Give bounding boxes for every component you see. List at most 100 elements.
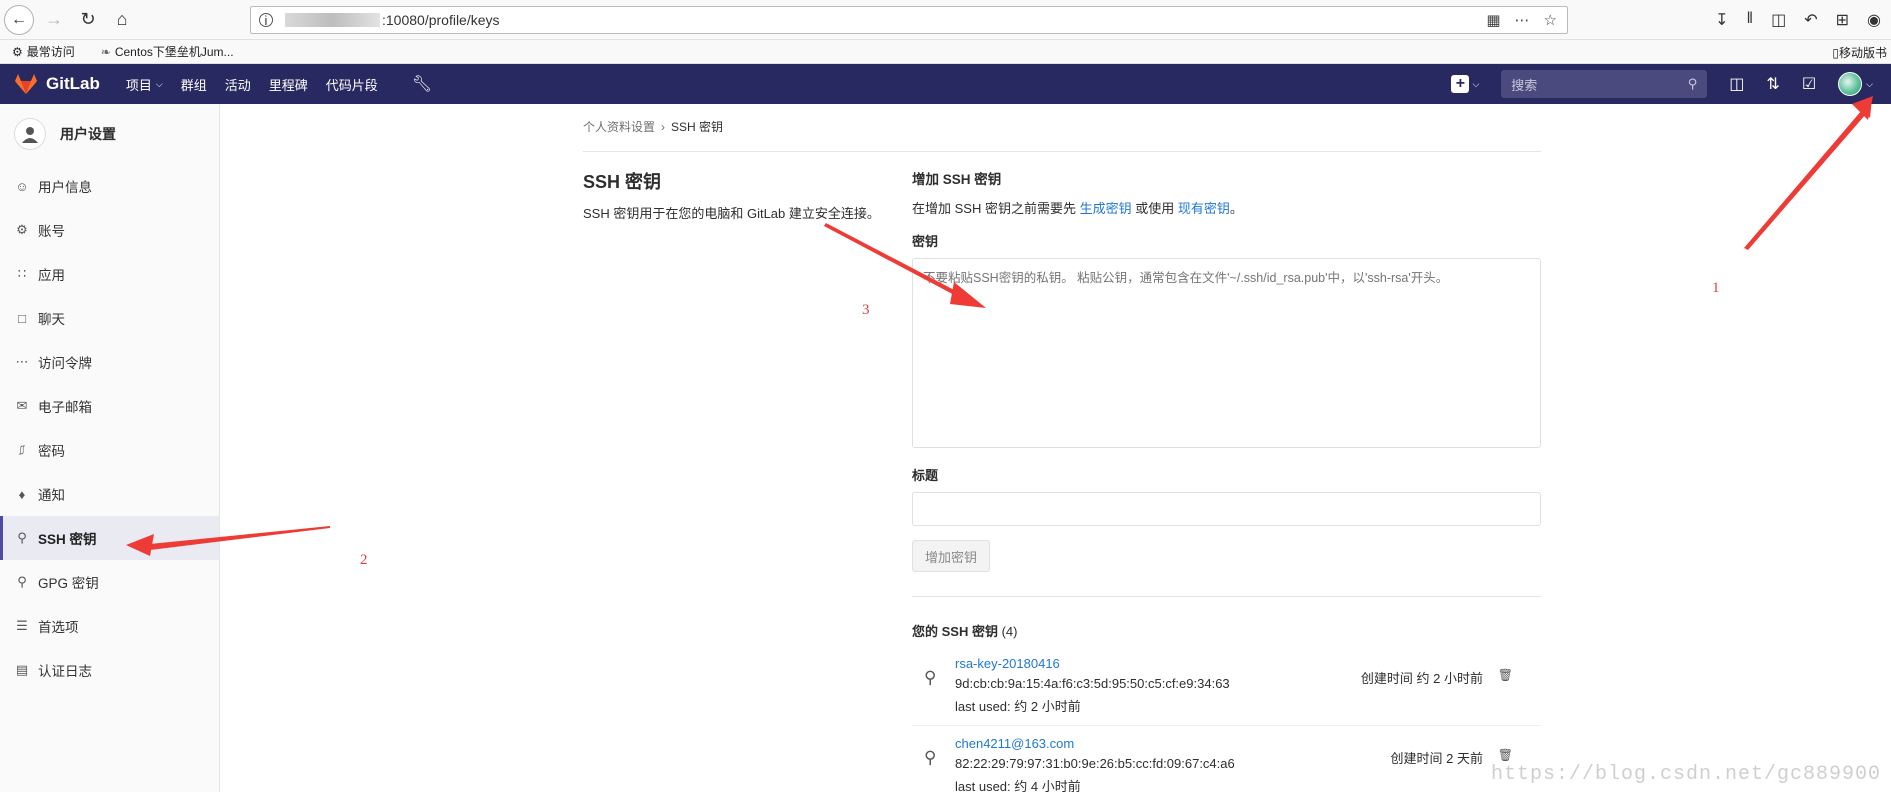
breadcrumb-current[interactable]: SSH 密钥 (671, 118, 723, 135)
sidebar-item-preferences[interactable]: ☰ 首选项 (0, 604, 219, 648)
page-title: SSH 密钥 (583, 172, 662, 192)
chevron-down-icon: ⌵ (1866, 78, 1873, 89)
annotation-arrow-1 (1744, 98, 1872, 250)
library-icon[interactable]: ‖ (1746, 10, 1753, 30)
key-fingerprint: 82:22:29:79:97:31:b0:9e:26:b5:cc:fd:09:6… (955, 756, 1235, 771)
key-label: 密钥 (912, 234, 939, 249)
key-list-item: ⚲ chen4211@163.com 82:22:29:79:97:31:b0:… (912, 726, 1541, 792)
avatar (1838, 72, 1863, 96)
more-icon[interactable]: ⋯ (1515, 11, 1530, 29)
existing-key-link[interactable]: 现有密钥 (1178, 201, 1230, 216)
settings-sidebar: 用户设置 ☺ 用户信息 ⚙ 账号 ∷ 应用 □ 聊天 ⋯ 访问令牌 ✉ 电子邮箱 ⎎ 密码 ♦… (0, 104, 220, 792)
home-button[interactable]: ⌂ (108, 6, 136, 34)
add-key-heading: 增加 SSH 密钥 (912, 172, 1002, 187)
mobile-icon: ▯ (1832, 46, 1839, 60)
search-input[interactable]: 搜索 ⚲ (1501, 70, 1708, 98)
user-avatar-dropdown[interactable]: ⌵ (1838, 72, 1873, 96)
plus-icon: + (1451, 75, 1470, 93)
url-actions: ▦ ⋯ ☆ (1486, 11, 1557, 29)
todo-check-icon[interactable]: ☑ (1802, 74, 1816, 94)
admin-wrench-icon[interactable]: 🔧︎ (412, 74, 432, 94)
url-bar[interactable]: i :10080/profile/keys ▦ ⋯ ☆ (250, 6, 1568, 34)
user-gear-icon: ⚙ (16, 222, 28, 237)
bookmark-most-visited[interactable]: ⚙ 最常访问 (12, 43, 75, 60)
menu-groups[interactable]: 群组 (181, 75, 207, 94)
reload-button[interactable]: ↻ (74, 6, 102, 34)
menu-projects[interactable]: 项目 ⌵ (126, 75, 163, 94)
key-title-link[interactable]: rsa-key-20180416 (955, 656, 1060, 671)
key-icon: ⚲ (17, 530, 27, 545)
log-icon: ▤ (15, 662, 29, 677)
sidebar-item-account[interactable]: ⚙ 账号 (0, 208, 219, 252)
gitlab-logo[interactable]: GitLab (14, 73, 100, 95)
your-keys-heading: 您的 SSH 密钥 (4) (912, 624, 1018, 639)
browser-toolbar: ← → ↻ ⌂ i :10080/profile/keys ▦ ⋯ ☆ ↧ ‖ … (0, 0, 1891, 40)
chevron-right-icon: › (661, 119, 666, 134)
merge-request-icon[interactable]: ⇅ (1766, 74, 1779, 94)
info-icon[interactable]: i (259, 13, 273, 28)
trash-icon[interactable]: 🗑︎ (1498, 748, 1513, 762)
key-icon: ⚲ (17, 574, 27, 589)
sidebar-item-profile[interactable]: ☺ 用户信息 (0, 164, 219, 208)
key-last-used: last used: 约 4 小时前 (955, 779, 1081, 792)
key-icon: ⚲ (924, 748, 937, 767)
download-icon[interactable]: ↧ (1715, 10, 1728, 30)
title-input[interactable] (912, 492, 1541, 526)
sliders-icon: ☰ (16, 618, 28, 633)
divider (583, 151, 1541, 152)
sidebar-item-notifications[interactable]: ♦ 通知 (0, 472, 219, 516)
chevron-down-icon: ⌵ (155, 78, 163, 89)
bell-icon: ♦ (18, 486, 26, 502)
annotation-label-2: 2 (360, 552, 368, 568)
sidebar-item-applications[interactable]: ∷ 应用 (0, 252, 219, 296)
search-placeholder: 搜索 (1511, 77, 1538, 93)
sidebar-item-password[interactable]: ⎎ 密码 (0, 428, 219, 472)
sidebar-item-gpg-keys[interactable]: ⚲ GPG 密钥 (0, 560, 219, 604)
gitlab-main-menu: 项目 ⌵ 群组 活动 里程碑 代码片段 (126, 75, 378, 94)
qr-code-icon[interactable]: ▦ (1486, 11, 1500, 29)
menu-milestones[interactable]: 里程碑 (269, 75, 308, 94)
add-key-button[interactable]: 增加密钥 (912, 540, 990, 572)
menu-activity[interactable]: 活动 (225, 75, 251, 94)
sidebar-panel-icon[interactable]: ◫ (1729, 74, 1744, 94)
key-title-link[interactable]: chen4211@163.com (955, 736, 1074, 751)
crop-icon[interactable]: ⊞ (1836, 10, 1849, 30)
token-icon: ⋯ (15, 354, 29, 369)
undo-icon[interactable]: ↶ (1804, 10, 1817, 30)
key-textarea[interactable] (912, 258, 1541, 448)
breadcrumb-parent[interactable]: 个人资料设置 (583, 118, 655, 135)
gitlab-header: GitLab 项目 ⌵ 群组 活动 里程碑 代码片段 🔧︎ + ⌵ 搜索 ⚲ ◫ … (0, 64, 1891, 104)
sidebar-item-emails[interactable]: ✉ 电子邮箱 (0, 384, 219, 428)
key-list-item: ⚲ rsa-key-20180416 9d:cb:cb:9a:15:4a:f6:… (912, 646, 1541, 726)
forward-button[interactable]: → (40, 6, 68, 34)
new-item-dropdown[interactable]: + ⌵ (1451, 75, 1479, 93)
user-circle-icon: ☺ (15, 178, 29, 194)
bookmark-centos[interactable]: ❧ Centos下堡垒机Jum... (101, 43, 234, 60)
generate-key-link[interactable]: 生成密钥 (1080, 201, 1132, 216)
search-icon: ⚲ (1687, 76, 1698, 91)
chat-icon[interactable]: ◉ (1867, 10, 1881, 30)
leaf-icon: ❧ (100, 44, 111, 59)
sidebar-header[interactable]: 用户设置 (0, 104, 219, 164)
sidebar-item-access-tokens[interactable]: ⋯ 访问令牌 (0, 340, 219, 384)
envelope-icon: ✉ (16, 398, 28, 413)
add-key-section: 增加 SSH 密钥 在增加 SSH 密钥之前需要先 生成密钥 或使用 现有密钥。… (912, 168, 1541, 792)
key-icon: ⚲ (924, 668, 937, 687)
gitlab-brand-text: GitLab (46, 74, 100, 93)
divider (912, 596, 1541, 597)
annotation-label-1: 1 (1712, 280, 1720, 296)
sidebar-item-chat[interactable]: □ 聊天 (0, 296, 219, 340)
sidebar-item-auth-log[interactable]: ▤ 认证日志 (0, 648, 219, 692)
watermark: https://blog.csdn.net/gc889900 (1490, 763, 1881, 786)
bookmark-mobile[interactable]: ▯移动版书 (1832, 44, 1887, 61)
sidebar-item-ssh-keys[interactable]: ⚲ SSH 密钥 (0, 516, 219, 560)
trash-icon[interactable]: 🗑︎ (1498, 668, 1513, 682)
bookmark-star-icon[interactable]: ☆ (1544, 11, 1557, 29)
user-silhouette-icon (14, 118, 46, 150)
reload-icon: ↻ (80, 9, 96, 29)
sidebar-toggle-icon[interactable]: ◫ (1771, 10, 1786, 30)
back-button[interactable]: ← (4, 4, 34, 35)
key-last-used: last used: 约 2 小时前 (955, 699, 1081, 714)
title-label: 标题 (912, 468, 939, 483)
menu-snippets[interactable]: 代码片段 (326, 75, 378, 94)
